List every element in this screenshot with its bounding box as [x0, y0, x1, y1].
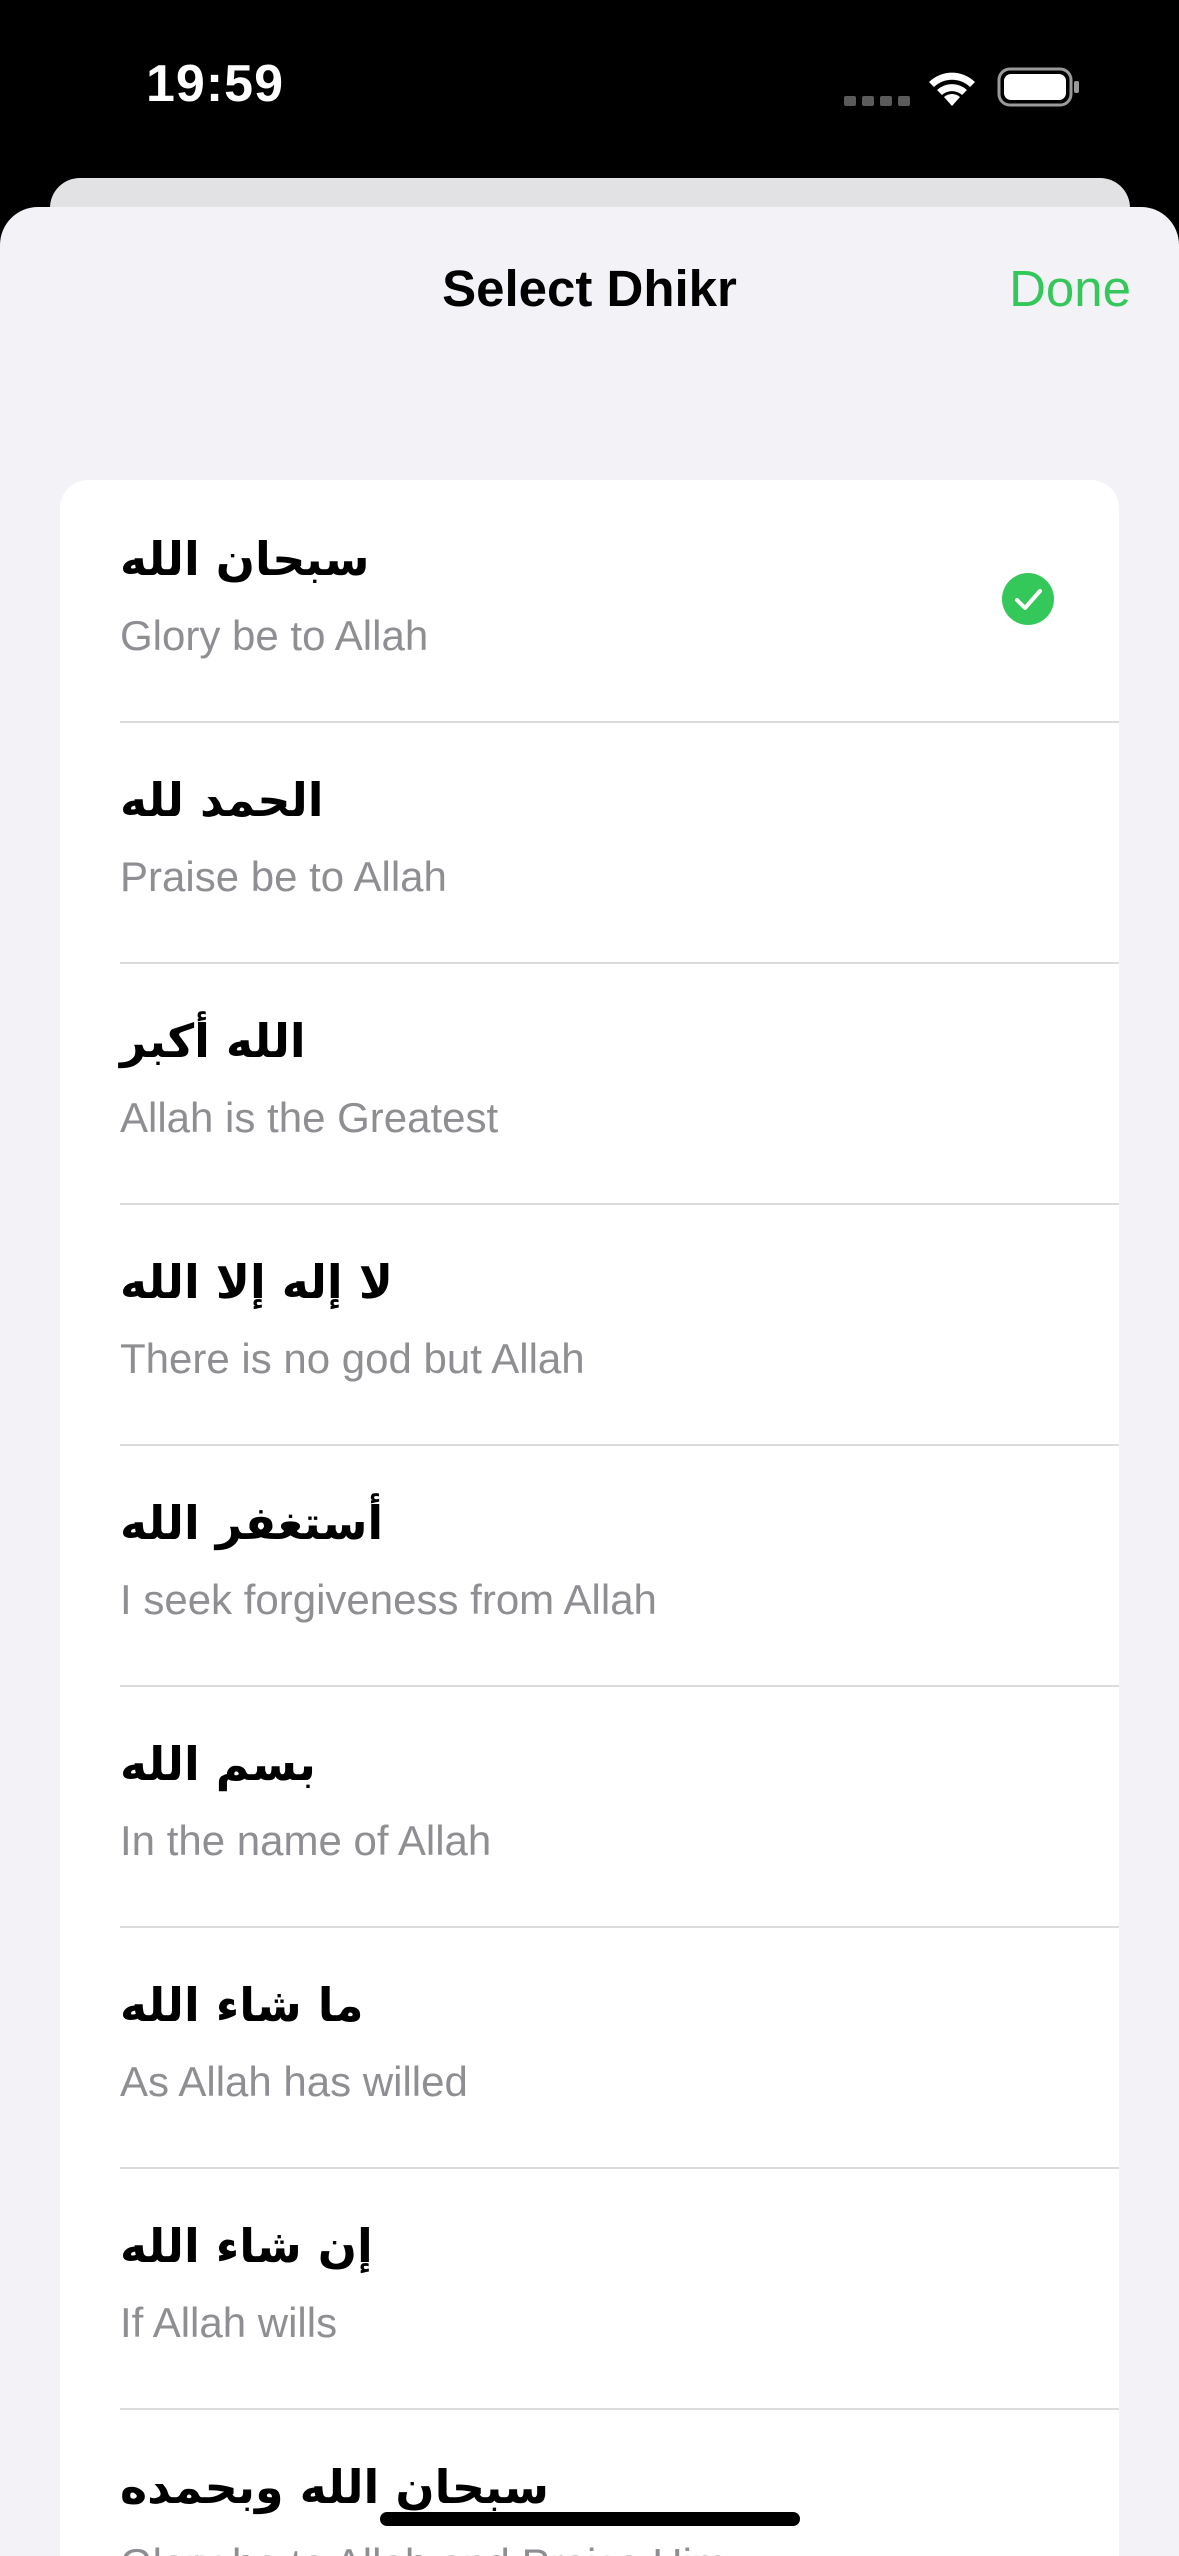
select-dhikr-sheet: Select Dhikr Done سبحان الله Glory be to…: [0, 207, 1179, 2556]
list-item[interactable]: الحمد لله Praise be to Allah: [60, 721, 1119, 962]
cellular-signal-icon: [844, 96, 910, 106]
battery-icon: [997, 67, 1079, 107]
status-time: 19:59: [146, 55, 284, 113]
dhikr-arabic: لا إله إلا الله: [120, 1255, 393, 1309]
list-item[interactable]: أستغفر الله I seek forgiveness from Alla…: [60, 1444, 1119, 1685]
dhikr-translation: Glory be to Allah: [120, 612, 429, 659]
dhikr-arabic: سبحان الله: [120, 532, 370, 586]
dhikr-translation: As Allah has willed: [120, 2058, 468, 2105]
dhikr-arabic: بسم الله: [120, 1737, 316, 1791]
wifi-icon: [929, 72, 975, 106]
dhikr-arabic: ما شاء الله: [120, 1978, 364, 2032]
home-indicator: [380, 2512, 800, 2526]
list-item[interactable]: الله أكبر Allah is the Greatest: [60, 962, 1119, 1203]
dhikr-translation: If Allah wills: [120, 2299, 338, 2346]
list-item[interactable]: ما شاء الله As Allah has willed: [60, 1926, 1119, 2167]
list-item[interactable]: سبحان الله وبحمده Glory be to Allah and …: [60, 2408, 1119, 2556]
dhikr-translation: Allah is the Greatest: [120, 1094, 499, 1141]
dhikr-translation: There is no god but Allah: [120, 1335, 585, 1382]
done-button[interactable]: Done: [1009, 259, 1131, 318]
dhikr-arabic: أستغفر الله: [120, 1496, 384, 1550]
list-item[interactable]: سبحان الله Glory be to Allah: [60, 480, 1119, 721]
page-title: Select Dhikr: [442, 260, 737, 317]
list-item[interactable]: لا إله إلا الله There is no god but Alla…: [60, 1203, 1119, 1444]
list-item[interactable]: إن شاء الله If Allah wills: [60, 2167, 1119, 2408]
status-bar: 19:59: [0, 0, 1179, 180]
dhikr-translation: Glory be to Allah and Praise Him: [120, 2540, 727, 2556]
dhikr-arabic: سبحان الله وبحمده: [120, 2460, 550, 2514]
list-item[interactable]: بسم الله In the name of Allah: [60, 1685, 1119, 1926]
dhikr-translation: In the name of Allah: [120, 1817, 492, 1864]
dhikr-translation: I seek forgiveness from Allah: [120, 1576, 657, 1623]
dhikr-list: سبحان الله Glory be to Allah الحمد لله P…: [60, 480, 1119, 2556]
dhikr-translation: Praise be to Allah: [120, 853, 447, 900]
dhikr-arabic: إن شاء الله: [120, 2219, 373, 2273]
dhikr-arabic: الله أكبر: [120, 1014, 306, 1068]
checkmark-circle-icon: [1002, 573, 1054, 625]
dhikr-arabic: الحمد لله: [120, 773, 324, 827]
